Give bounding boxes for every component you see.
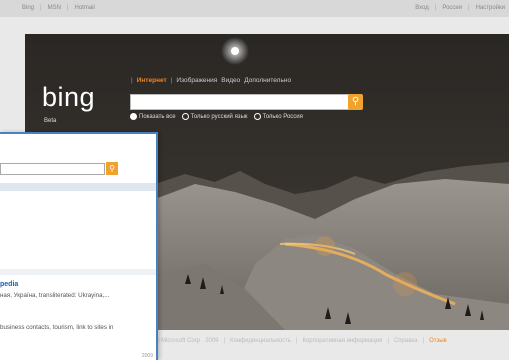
footer-year: 2009 bbox=[205, 338, 219, 344]
bing-logo[interactable]: bing bbox=[42, 82, 95, 113]
top-link-msn[interactable]: MSN bbox=[48, 5, 61, 11]
search-icon: ⚲ bbox=[351, 96, 360, 107]
separator: | bbox=[131, 77, 133, 84]
search-icon: ⚲ bbox=[109, 164, 115, 173]
separator: | bbox=[434, 5, 437, 11]
footer-corporate[interactable]: Корпоративная информация bbox=[302, 338, 382, 344]
result-title-link[interactable]: pedia bbox=[0, 281, 18, 288]
footer-privacy[interactable]: Конфиденциальность bbox=[230, 338, 291, 344]
results-header-band bbox=[0, 183, 156, 191]
results-search-button[interactable]: ⚲ bbox=[106, 162, 118, 175]
search-results-window: ⚲ pedia ная, Україна, transliterated: Uk… bbox=[0, 132, 158, 360]
separator: | bbox=[40, 5, 42, 11]
top-left-links: Bing | MSN | Hotmail bbox=[22, 5, 95, 11]
radio-label: Показать все bbox=[139, 113, 176, 120]
top-right-links: Вход | Россия | Настройки bbox=[415, 5, 505, 11]
top-link-hotmail[interactable]: Hotmail bbox=[74, 5, 94, 11]
top-link-signin[interactable]: Вход bbox=[415, 5, 429, 11]
footer-links: © Microsoft Corp 2009 | Конфиденциальнос… bbox=[155, 338, 447, 344]
search-category-tabs: | Интернет | Изображения Видео Дополните… bbox=[131, 77, 291, 84]
separator: | bbox=[422, 338, 425, 344]
radio-label: Только русский язык bbox=[190, 113, 248, 120]
radio-show-all[interactable]: Показать все bbox=[130, 113, 176, 120]
top-link-preferences[interactable]: Настройки bbox=[476, 5, 505, 11]
tab-web[interactable]: Интернет bbox=[137, 77, 167, 84]
top-link-bing[interactable]: Bing bbox=[22, 5, 34, 11]
search-scope-options: Показать все Только русский язык Только … bbox=[130, 113, 303, 120]
footer-feedback[interactable]: Отзыв bbox=[429, 338, 447, 344]
radio-russian-only[interactable]: Только русский язык bbox=[181, 113, 248, 120]
search-input[interactable] bbox=[130, 94, 350, 110]
radio-russia-only[interactable]: Только Россия bbox=[253, 113, 303, 120]
separator: | bbox=[468, 5, 470, 11]
tab-images[interactable]: Изображения bbox=[176, 77, 217, 84]
separator: | bbox=[387, 338, 389, 344]
footer-help[interactable]: Справка bbox=[394, 338, 418, 344]
radio-label: Только Россия bbox=[262, 113, 303, 120]
results-divider-band bbox=[0, 269, 156, 275]
footer-copyright: © Microsoft Corp bbox=[155, 338, 201, 344]
results-footer-text: 2009 bbox=[141, 353, 153, 359]
search-button[interactable]: ⚲ bbox=[348, 94, 363, 110]
tab-more[interactable]: Дополнительно bbox=[244, 77, 291, 84]
results-search-input[interactable] bbox=[0, 163, 105, 175]
radio-unselected-icon bbox=[181, 113, 189, 120]
top-bar: Bing | MSN | Hotmail Вход | Россия | Нас… bbox=[0, 0, 509, 17]
result-snippet: business contacts, tourism, link to site… bbox=[0, 324, 114, 331]
radio-unselected-icon bbox=[253, 113, 261, 120]
radio-selected-icon bbox=[130, 113, 137, 120]
result-snippet: ная, Україна, transliterated: Ukrayina,.… bbox=[0, 292, 110, 299]
tab-video[interactable]: Видео bbox=[221, 77, 240, 84]
top-link-region[interactable]: Россия bbox=[442, 5, 462, 11]
separator: | bbox=[170, 77, 173, 84]
separator: | bbox=[66, 5, 69, 11]
separator: | bbox=[223, 338, 226, 344]
beta-label: Beta bbox=[44, 118, 57, 124]
separator: | bbox=[295, 338, 298, 344]
